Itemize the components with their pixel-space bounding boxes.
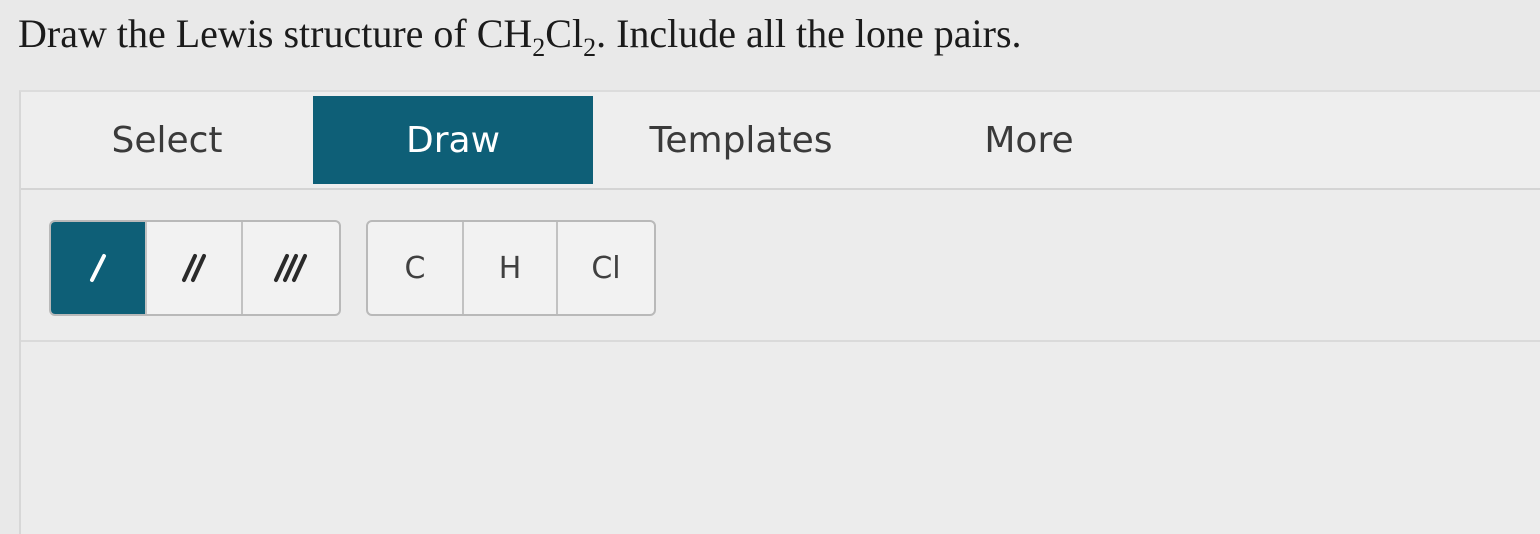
tab-templates[interactable]: Templates <box>593 96 889 184</box>
atom-tool-group: C H Cl <box>366 220 656 316</box>
tab-draw[interactable]: Draw <box>313 96 593 184</box>
single-bond-icon <box>90 254 106 282</box>
question-suffix: . Include all the lone pairs. <box>596 11 1022 56</box>
double-bond-button[interactable] <box>147 222 243 314</box>
question-prefix: Draw the Lewis structure of CH <box>18 11 533 56</box>
question-subscript-h: 2 <box>532 33 546 62</box>
tab-select[interactable]: Select <box>21 96 313 184</box>
triple-bond-button[interactable] <box>243 222 339 314</box>
triple-bond-icon <box>274 254 307 282</box>
drawing-canvas[interactable] <box>21 342 1540 534</box>
atom-h-button[interactable]: H <box>464 222 558 314</box>
question-subscript-cl: 2 <box>583 33 597 62</box>
double-bond-icon <box>182 254 206 282</box>
single-bond-button[interactable] <box>51 222 147 314</box>
bond-tool-group <box>49 220 341 316</box>
tab-more[interactable]: More <box>889 96 1169 184</box>
editor-tab-bar: Select Draw Templates More <box>21 92 1540 190</box>
structure-editor: Select Draw Templates More C H Cl <box>19 90 1540 534</box>
question-formula-cl: Cl <box>545 11 584 56</box>
draw-toolbar: C H Cl <box>21 190 1540 342</box>
question-text: Draw the Lewis structure of CH2Cl2. Incl… <box>18 8 1022 62</box>
atom-cl-button[interactable]: Cl <box>558 222 654 314</box>
atom-c-button[interactable]: C <box>368 222 464 314</box>
